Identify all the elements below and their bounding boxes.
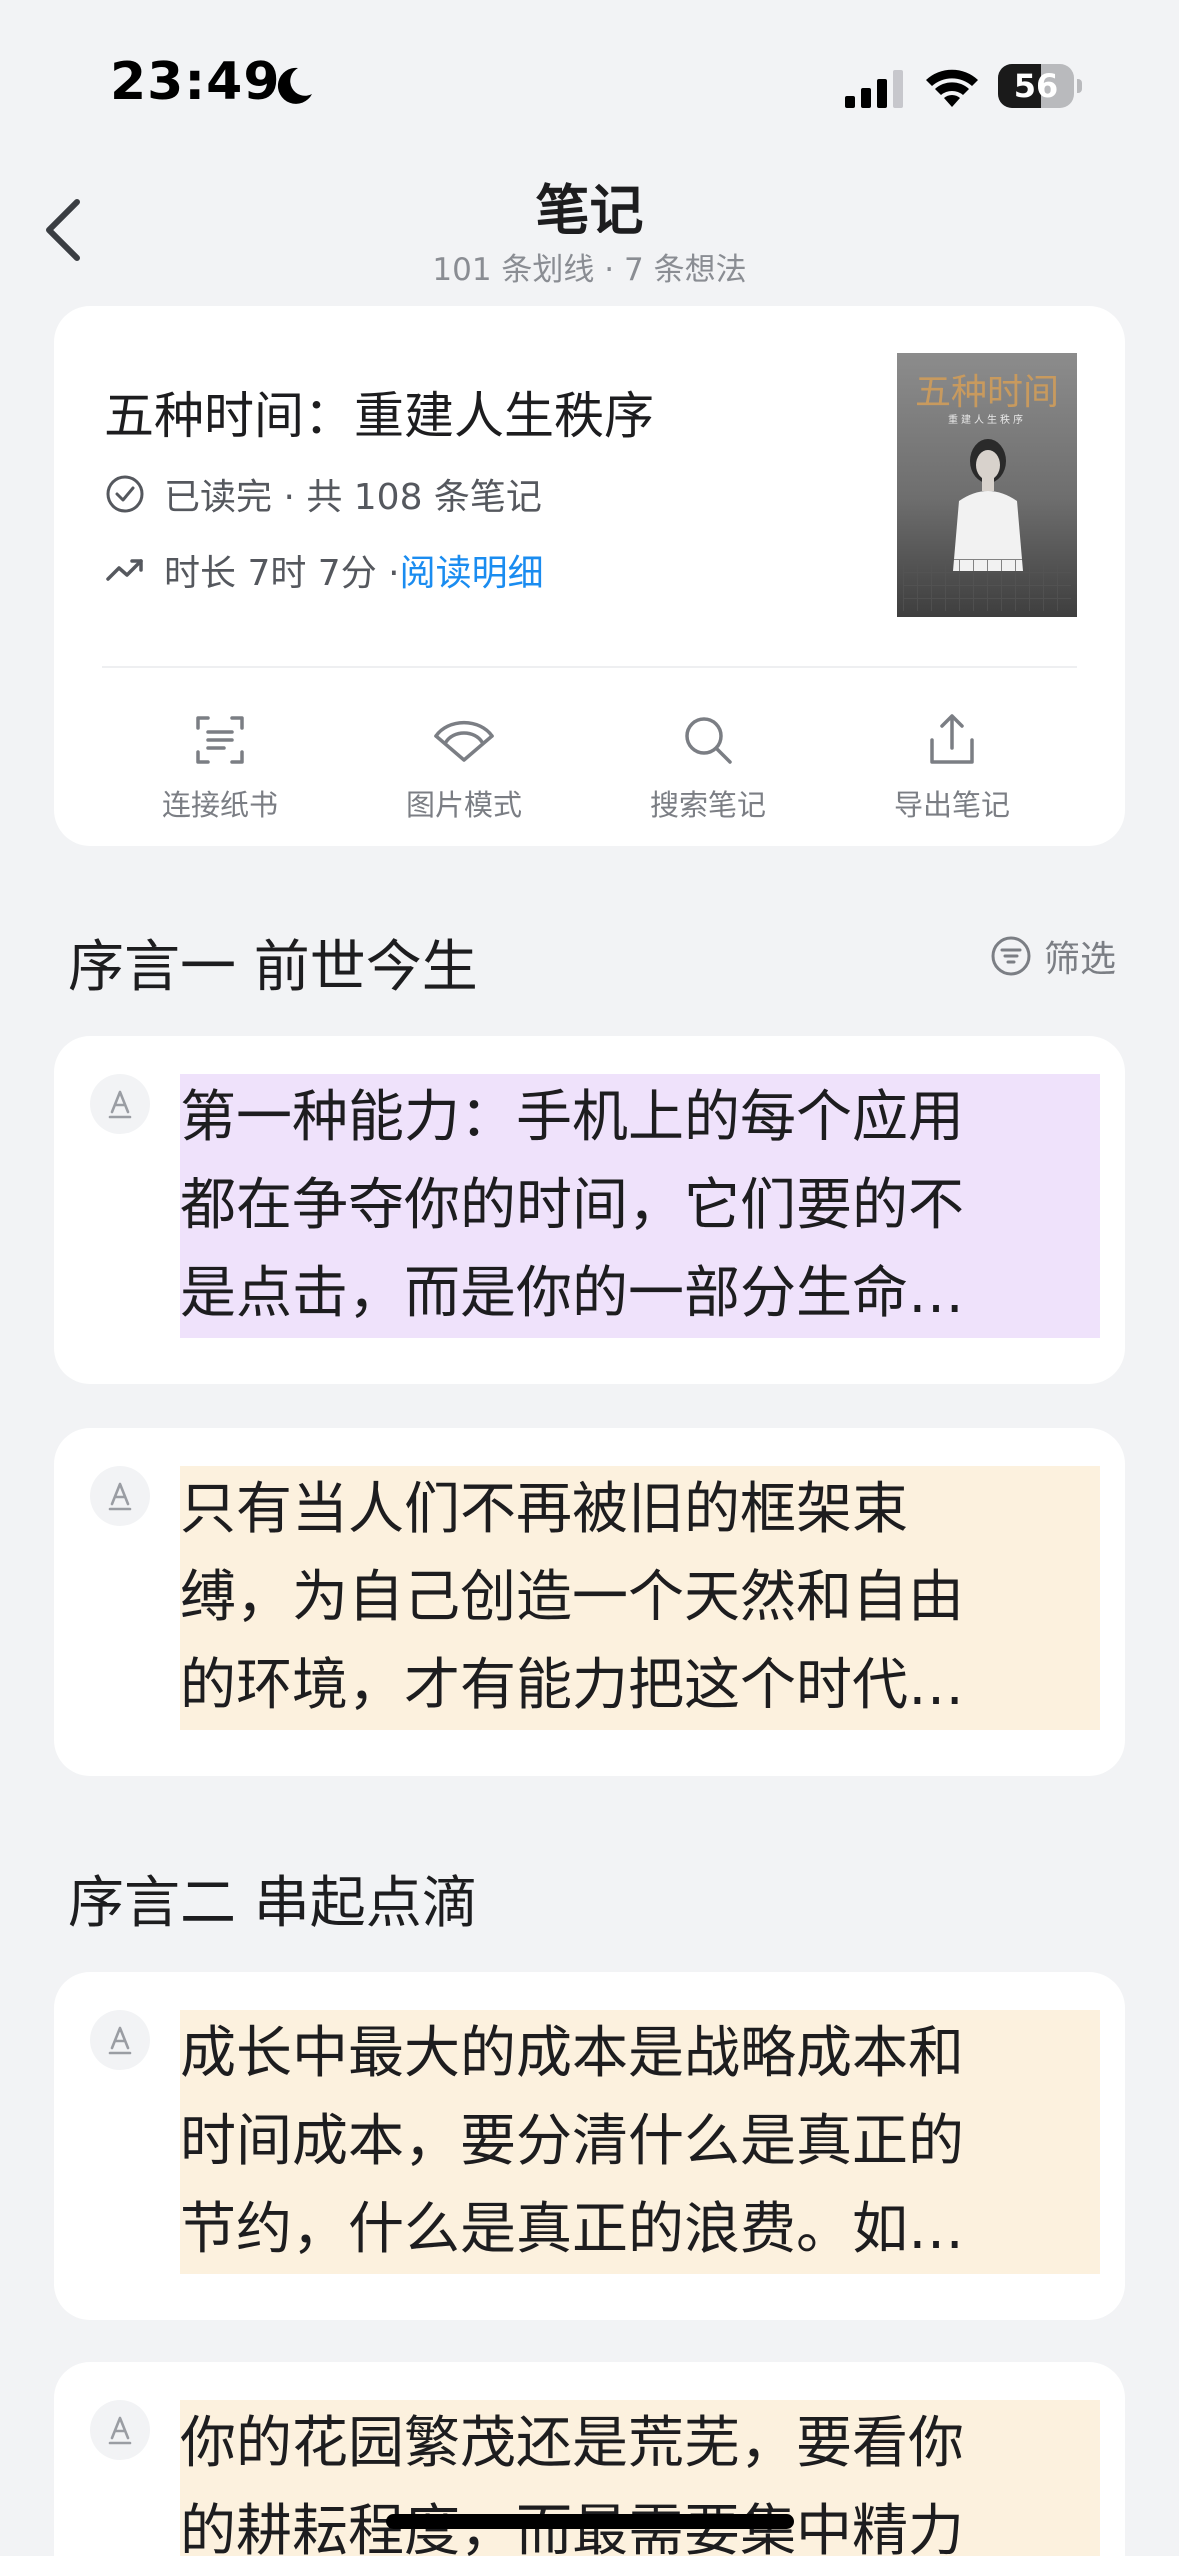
connect-paper-book-button[interactable]: 连接纸书 bbox=[98, 694, 342, 824]
section-title: 序言二 串起点滴 bbox=[68, 1871, 478, 1936]
book-cover[interactable]: 五种时间 重建人生秩序 bbox=[897, 353, 1077, 617]
note-line: 的环境，才有能力把这个时代… bbox=[180, 1655, 974, 1717]
scan-icon bbox=[196, 716, 244, 764]
duration-text: 时长 7时 7分 · bbox=[164, 553, 400, 594]
export-icon bbox=[930, 714, 974, 764]
status-bar: 23:49 56 bbox=[0, 0, 1179, 150]
status-time: 23:49 bbox=[110, 52, 281, 112]
battery-level: 56 bbox=[1013, 67, 1059, 105]
note-card[interactable]: 只有当人们不再被旧的框架束 缚，为自己创造一个天然和自由 的环境，才有能力把这个… bbox=[54, 1428, 1125, 1776]
note-line: 成长中最大的成本是战略成本和 bbox=[180, 2023, 974, 2085]
note-line: 第一种能力：手机上的每个应用 bbox=[180, 1087, 974, 1149]
note-text: 只有当人们不再被旧的框架束 缚，为自己创造一个天然和自由 的环境，才有能力把这个… bbox=[180, 1466, 1100, 1730]
search-notes-button[interactable]: 搜索笔记 bbox=[586, 694, 830, 824]
page-subtitle: 101 条划线 · 7 条想法 bbox=[432, 252, 747, 288]
note-line: 都在争夺你的时间，它们要的不 bbox=[180, 1175, 974, 1237]
filter-button[interactable]: 筛选 bbox=[990, 930, 1116, 982]
note-card[interactable]: 成长中最大的成本是战略成本和 时间成本，要分清什么是真正的 节约，什么是真正的浪… bbox=[54, 1972, 1125, 2320]
search-icon bbox=[685, 717, 732, 764]
note-line: 是点击，而是你的一部分生命… bbox=[180, 1263, 974, 1325]
action-bar: 连接纸书 图片模式 搜索笔记 导出笔记 bbox=[54, 694, 1125, 824]
home-indicator[interactable] bbox=[386, 2514, 794, 2529]
image-mode-icon bbox=[434, 720, 494, 762]
reading-duration: 时长 7时 7分 · 阅读明细 bbox=[104, 544, 544, 596]
highlight-mark-icon bbox=[90, 2400, 150, 2460]
cellular-signal-icon bbox=[845, 70, 903, 108]
read-status-text: 已读完 · 共 108 条笔记 bbox=[164, 477, 542, 518]
note-text: 成长中最大的成本是战略成本和 时间成本，要分清什么是真正的 节约，什么是真正的浪… bbox=[180, 2010, 1100, 2274]
note-line: 你的花园繁茂还是荒芜，要看你 bbox=[180, 2413, 974, 2475]
battery-icon: 56 bbox=[998, 64, 1082, 108]
filter-label: 筛选 bbox=[1044, 939, 1117, 980]
moon-icon bbox=[277, 67, 312, 104]
book-title[interactable]: 五种时间：重建人生秩序 bbox=[104, 376, 654, 448]
action-label: 连接纸书 bbox=[161, 788, 278, 822]
action-label: 搜索笔记 bbox=[649, 788, 766, 822]
note-text: 第一种能力：手机上的每个应用 都在争夺你的时间，它们要的不 是点击，而是你的一部… bbox=[180, 1074, 1100, 1338]
reading-detail-link[interactable]: 阅读明细 bbox=[400, 544, 544, 596]
page-title: 笔记 bbox=[535, 179, 644, 242]
note-text: 你的花园繁茂还是荒芜，要看你 的耕耘程度，而最需要集中精力 bbox=[180, 2400, 1100, 2556]
highlight-mark-icon bbox=[90, 1074, 150, 1134]
cover-title: 五种时间 bbox=[914, 372, 1059, 413]
read-status: 已读完 · 共 108 条笔记 bbox=[104, 468, 542, 520]
filter-icon bbox=[991, 936, 1031, 976]
note-line: 时间成本，要分清什么是真正的 bbox=[180, 2111, 974, 2173]
wifi-icon bbox=[926, 69, 978, 107]
section-title: 序言一 前世今生 bbox=[68, 935, 478, 1000]
note-line: 只有当人们不再被旧的框架束 bbox=[180, 1479, 918, 1541]
cover-subtitle: 重建人生秩序 bbox=[948, 415, 1026, 426]
cover-grid-pattern bbox=[903, 559, 1071, 611]
notes-screen: 23:49 56 笔记 101 条划线 · 7 条想法 五种时间：重建人生秩序 … bbox=[0, 0, 1179, 2556]
book-card: 五种时间：重建人生秩序 已读完 · 共 108 条笔记 时长 7时 7分 · 阅… bbox=[54, 306, 1125, 846]
card-divider bbox=[102, 666, 1077, 668]
note-line: 节约，什么是真正的浪费。如… bbox=[180, 2199, 974, 2261]
note-line: 缚，为自己创造一个天然和自由 bbox=[180, 1567, 974, 1629]
check-circle-icon bbox=[106, 475, 144, 513]
note-card[interactable]: 第一种能力：手机上的每个应用 都在争夺你的时间，它们要的不 是点击，而是你的一部… bbox=[54, 1036, 1125, 1384]
image-mode-button[interactable]: 图片模式 bbox=[342, 694, 586, 824]
trend-up-icon bbox=[106, 559, 143, 581]
export-notes-button[interactable]: 导出笔记 bbox=[830, 694, 1074, 824]
cover-portrait bbox=[953, 439, 1023, 571]
action-label: 图片模式 bbox=[405, 788, 522, 822]
highlight-mark-icon bbox=[90, 2010, 150, 2070]
action-label: 导出笔记 bbox=[893, 788, 1010, 822]
highlight-mark-icon bbox=[90, 1466, 150, 1526]
